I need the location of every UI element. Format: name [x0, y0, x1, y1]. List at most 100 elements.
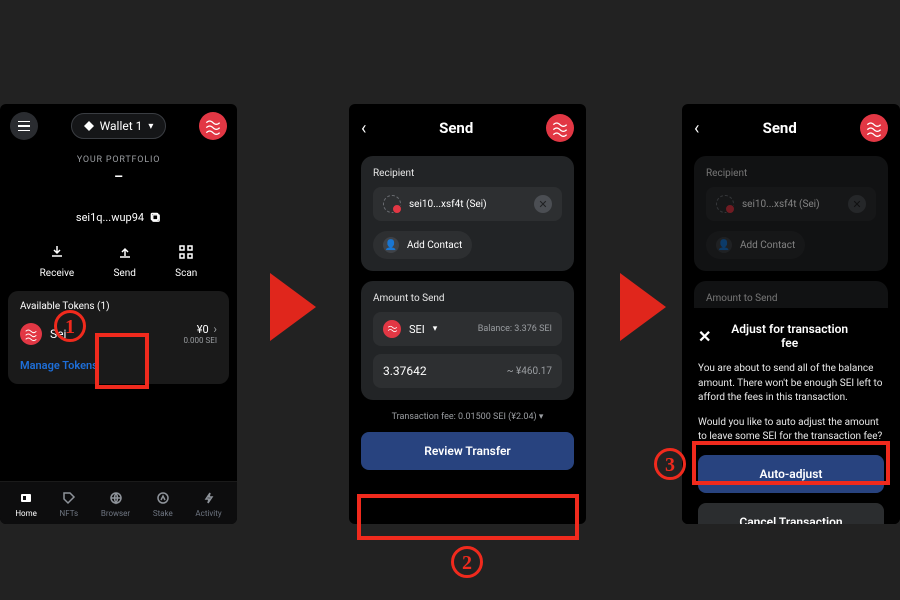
amount-label: Amount to Send	[706, 293, 876, 304]
amount-label: Amount to Send	[373, 293, 562, 304]
modal-text-1: You are about to send all of the balance…	[698, 362, 884, 406]
sei-token-icon	[20, 323, 42, 345]
add-contact-button: 👤 Add Contact	[706, 231, 805, 259]
available-tokens-card: Available Tokens (1) Sei ¥0 › 0.000 SEI …	[8, 291, 229, 384]
chevron-down-icon: ▾	[148, 121, 153, 132]
token-symbol: SEI	[409, 323, 425, 336]
auto-adjust-label: Auto-adjust	[760, 467, 823, 481]
tag-icon	[62, 491, 76, 505]
step2-badge: 2	[451, 546, 483, 578]
add-contact-button[interactable]: 👤 Add Contact	[373, 231, 472, 259]
nav-activity-label: Activity	[195, 509, 221, 518]
chevron-right-icon: ›	[213, 322, 217, 336]
send-button[interactable]: Send	[113, 242, 135, 279]
receive-button[interactable]: Receive	[40, 242, 75, 279]
amount-card: Amount to Send SEI ▾ Balance: 3.376 SEI …	[361, 281, 574, 400]
token-fiat: ¥0	[197, 323, 209, 336]
add-contact-icon: 👤	[716, 237, 732, 253]
recipient-field: sei10...xsf4t (Sei) ✕	[706, 187, 876, 221]
back-button[interactable]: ‹	[361, 118, 366, 139]
globe-icon	[109, 491, 123, 505]
amount-input[interactable]: 3.37642 ~ ¥460.17	[373, 354, 562, 388]
clear-recipient-button[interactable]: ✕	[534, 195, 552, 213]
arrow-right-icon	[270, 273, 316, 341]
nav-browser[interactable]: Browser	[101, 490, 130, 518]
wallet-address[interactable]: sei1q...wup94	[76, 211, 144, 224]
send-label: Send	[113, 268, 135, 279]
qr-scan-icon	[178, 244, 194, 260]
sei-network-icon[interactable]	[860, 114, 888, 142]
adjust-fee-modal: ✕ Adjust for transaction fee You are abo…	[682, 308, 900, 524]
recipient-card: Recipient sei10...xsf4t (Sei) ✕ 👤 Add Co…	[694, 156, 888, 271]
amount-value: 3.37642	[383, 364, 427, 378]
auto-adjust-button[interactable]: Auto-adjust	[698, 455, 884, 493]
amount-fiat: ~ ¥460.17	[507, 366, 552, 377]
nav-home-label: Home	[15, 509, 37, 518]
cancel-transaction-label: Cancel Transaction	[739, 515, 842, 525]
send-screen-with-modal: ‹ Send Recipient sei10...xsf4t (Sei) ✕ 👤…	[682, 104, 900, 524]
sei-network-icon[interactable]	[546, 114, 574, 142]
nav-stake[interactable]: Stake	[153, 490, 173, 518]
modal-title: Adjust for transaction fee	[721, 322, 858, 350]
stake-icon	[156, 491, 170, 505]
manage-tokens-link[interactable]: Manage Tokens	[20, 359, 217, 372]
copy-icon[interactable]	[150, 212, 161, 223]
nav-stake-label: Stake	[153, 509, 173, 518]
nav-home[interactable]: Home	[15, 490, 37, 518]
recipient-label: Recipient	[706, 168, 876, 179]
modal-text-2: Would you like to auto adjust the amount…	[698, 416, 884, 445]
scan-button[interactable]: Scan	[175, 242, 197, 279]
clear-recipient-button: ✕	[848, 195, 866, 213]
portfolio-label: YOUR PORTFOLIO	[0, 155, 237, 165]
token-row[interactable]: Sei ¥0 › 0.000 SEI	[20, 322, 217, 345]
nav-nfts-label: NFTs	[60, 509, 79, 518]
arrow-right-icon	[620, 273, 666, 341]
token-balance: Balance: 3.376 SEI	[478, 324, 552, 334]
review-transfer-label: Review Transfer	[424, 444, 510, 458]
available-tokens-label: Available Tokens (1)	[20, 301, 217, 312]
cancel-transaction-button[interactable]: Cancel Transaction	[698, 503, 884, 525]
menu-button[interactable]	[10, 112, 38, 140]
add-contact-label: Add Contact	[740, 240, 795, 251]
transaction-fee-text: Transaction fee: 0.01500 SEI (¥2.04)	[392, 412, 537, 422]
portfolio-value: –	[0, 169, 237, 185]
recipient-field[interactable]: sei10...xsf4t (Sei) ✕	[373, 187, 562, 221]
sei-network-icon[interactable]	[199, 112, 227, 140]
scan-label: Scan	[175, 268, 197, 279]
recipient-card: Recipient sei10...xsf4t (Sei) ✕ 👤 Add Co…	[361, 156, 574, 271]
token-balance: 0.000 SEI	[183, 336, 217, 345]
step3-badge: 3	[654, 448, 686, 480]
lightning-icon	[202, 491, 216, 505]
sei-token-icon	[383, 320, 401, 338]
receive-label: Receive	[40, 268, 75, 279]
recipient-value: sei10...xsf4t (Sei)	[409, 199, 487, 210]
token-selector[interactable]: SEI ▾ Balance: 3.376 SEI	[373, 312, 562, 346]
contact-avatar-icon	[383, 195, 401, 213]
bottom-nav: Home NFTs Browser Stake Activity	[0, 481, 237, 524]
wallet-diamond-icon	[84, 121, 94, 131]
nav-nfts[interactable]: NFTs	[60, 490, 79, 518]
page-title: Send	[439, 119, 473, 137]
upload-icon	[117, 244, 133, 260]
back-button[interactable]: ‹	[694, 118, 699, 139]
download-icon	[49, 244, 65, 260]
wallet-label: Wallet 1	[100, 119, 143, 133]
review-transfer-button[interactable]: Review Transfer	[361, 432, 574, 470]
close-modal-button[interactable]: ✕	[698, 327, 711, 346]
step1-badge: 1	[54, 310, 86, 342]
recipient-label: Recipient	[373, 168, 562, 179]
chevron-down-icon: ▾	[433, 324, 438, 334]
add-contact-icon: 👤	[383, 237, 399, 253]
home-icon	[19, 491, 33, 505]
nav-browser-label: Browser	[101, 509, 130, 518]
recipient-value: sei10...xsf4t (Sei)	[742, 199, 820, 210]
wallet-selector[interactable]: Wallet 1 ▾	[71, 113, 167, 139]
chevron-down-icon: ▾	[539, 412, 544, 422]
add-contact-label: Add Contact	[407, 240, 462, 251]
page-title: Send	[763, 119, 797, 137]
nav-activity[interactable]: Activity	[195, 490, 221, 518]
transaction-fee-row[interactable]: Transaction fee: 0.01500 SEI (¥2.04) ▾	[349, 412, 586, 422]
send-screen: ‹ Send Recipient sei10...xsf4t (Sei) ✕ 👤…	[349, 104, 586, 524]
portfolio-screen: Wallet 1 ▾ YOUR PORTFOLIO – sei1q...wup9…	[0, 104, 237, 524]
contact-avatar-icon	[716, 195, 734, 213]
